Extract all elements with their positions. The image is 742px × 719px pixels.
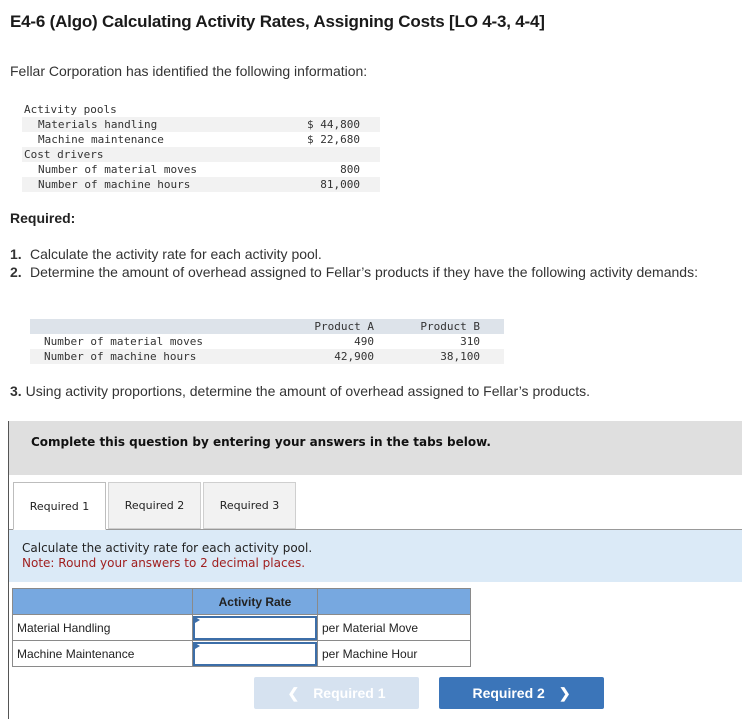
requirement-item: 1. Calculate the activity rate for each … xyxy=(10,245,730,263)
product-a-value: 42,900 xyxy=(240,349,390,364)
rounding-note: Note: Round your answers to 2 decimal pl… xyxy=(22,556,306,570)
tab-required-2[interactable]: Required 2 xyxy=(108,482,201,529)
activity-rate-header: Activity Rate xyxy=(192,588,318,615)
rate-header-row: Activity Rate xyxy=(12,588,471,615)
rate-row: Material Handling per Material Move xyxy=(12,614,471,641)
tab-list: Required 1 Required 2 Required 3 xyxy=(13,482,298,530)
info-row: Machine maintenance $ 22,680 xyxy=(22,132,380,147)
tab-required-3[interactable]: Required 3 xyxy=(203,482,296,529)
info-row: Number of machine hours 81,000 xyxy=(22,177,380,192)
requirement-number: 1. xyxy=(10,246,22,262)
question-prompt: Calculate the activity rate for each act… xyxy=(9,530,742,582)
chevron-left-icon: ❮ xyxy=(287,684,300,701)
next-button-label: Required 2 xyxy=(472,685,545,701)
cost-drivers-label: Cost drivers xyxy=(22,147,275,162)
rate-row: Machine Maintenance per Machine Hour xyxy=(12,640,471,667)
demand-row: Number of machine hours 42,900 38,100 xyxy=(30,349,504,364)
machine-maintenance-rate-input[interactable] xyxy=(193,641,317,666)
driver-label: Number of material moves xyxy=(38,163,197,176)
driver-value: 800 xyxy=(340,163,360,176)
demand-row: Number of material moves 490 310 xyxy=(30,334,504,349)
product-a-value: 490 xyxy=(354,335,374,348)
requirement-number: 3. xyxy=(10,383,22,399)
column-header-product-a: Product A xyxy=(240,319,390,334)
requirement-item: 2. Determine the amount of overhead assi… xyxy=(10,263,730,281)
next-required-button[interactable]: Required 2 ❯ xyxy=(439,677,604,709)
requirement-number: 2. xyxy=(10,264,22,280)
previous-button-label: Required 1 xyxy=(313,685,386,701)
prompt-text: Calculate the activity rate for each act… xyxy=(22,541,313,555)
activity-pools-label: Activity pools xyxy=(24,103,117,116)
requirement-text: Determine the amount of overhead assigne… xyxy=(30,264,698,280)
chevron-right-icon: ❯ xyxy=(558,684,571,701)
instruction-bar: Complete this question by entering your … xyxy=(9,421,742,475)
material-handling-rate-input[interactable] xyxy=(193,615,317,640)
info-row: Activity pools xyxy=(22,102,380,117)
input-flag-icon xyxy=(195,617,200,623)
pool-value: $ 44,800 xyxy=(274,117,380,132)
required-heading: Required: xyxy=(10,210,76,226)
requirements-list: 1. Calculate the activity rate for each … xyxy=(10,245,730,281)
info-row: Number of material moves 800 xyxy=(22,162,380,177)
rate-unit: per Machine Hour xyxy=(317,640,471,667)
page-title: E4-6 (Algo) Calculating Activity Rates, … xyxy=(10,12,545,31)
product-b-value: 38,100 xyxy=(390,349,504,364)
tab-required-1[interactable]: Required 1 xyxy=(13,482,106,530)
driver-label: Number of machine hours xyxy=(22,177,275,192)
pool-value: $ 22,680 xyxy=(307,133,360,146)
info-table: Activity pools Materials handling $ 44,8… xyxy=(22,102,380,192)
column-header-product-b: Product B xyxy=(390,319,504,334)
info-row: Cost drivers xyxy=(22,147,380,162)
requirement-text: Calculate the activity rate for each act… xyxy=(30,246,322,262)
previous-required-button[interactable]: ❮ Required 1 xyxy=(254,677,419,709)
input-flag-icon xyxy=(195,643,200,649)
demand-header-row: Product A Product B xyxy=(30,319,504,334)
activity-demand-table: Product A Product B Number of material m… xyxy=(30,319,504,364)
pool-label: Materials handling xyxy=(22,117,275,132)
demand-label: Number of material moves xyxy=(44,335,203,348)
rate-unit: per Material Move xyxy=(317,614,471,641)
requirement-text: Using activity proportions, determine th… xyxy=(25,383,591,399)
rate-row-label: Material Handling xyxy=(12,614,193,641)
intro-text: Fellar Corporation has identified the fo… xyxy=(10,63,368,79)
activity-rate-table: Activity Rate Material Handling per Mate… xyxy=(12,588,471,667)
driver-value: 81,000 xyxy=(274,177,380,192)
info-row: Materials handling $ 44,800 xyxy=(22,117,380,132)
product-b-value: 310 xyxy=(460,335,480,348)
instruction-text: Complete this question by entering your … xyxy=(31,435,491,449)
requirement-item: 3. Using activity proportions, determine… xyxy=(10,383,590,399)
pool-label: Machine maintenance xyxy=(38,133,164,146)
demand-label: Number of machine hours xyxy=(30,349,240,364)
rate-row-label: Machine Maintenance xyxy=(12,640,193,667)
